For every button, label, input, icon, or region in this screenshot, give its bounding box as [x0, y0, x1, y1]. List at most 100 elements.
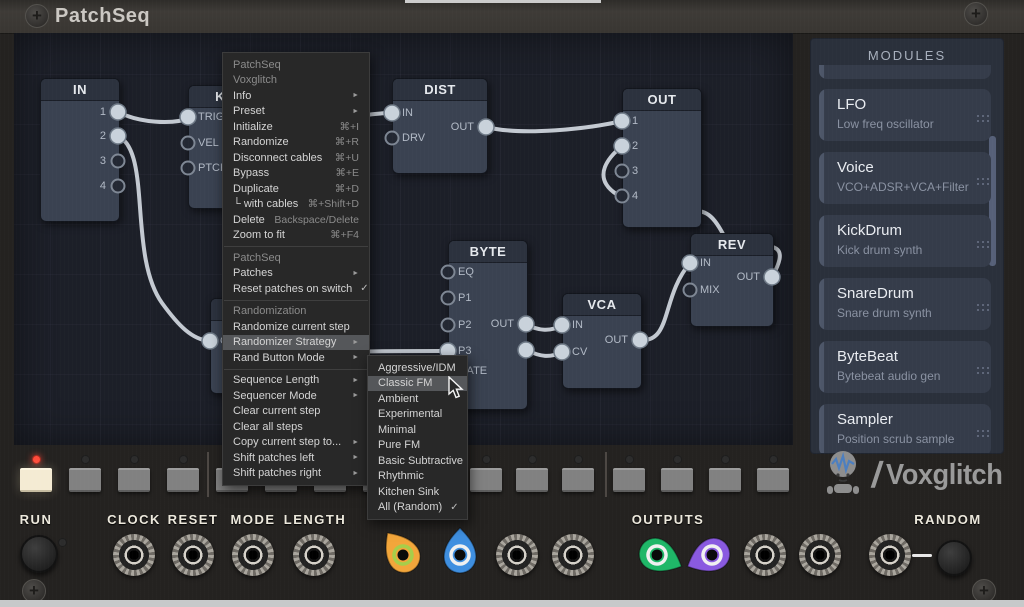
context-menu-item-sequence-length[interactable]: Sequence Length► — [223, 373, 369, 389]
run-button[interactable] — [20, 535, 58, 573]
port-3[interactable] — [112, 155, 125, 168]
context-menu-item-bypass[interactable]: Bypass⌘+E — [223, 166, 369, 182]
randomizer-submenu-item-pure-fm[interactable]: Pure FM — [368, 438, 467, 454]
randomizer-submenu-item-classic-fm[interactable]: Classic FM — [368, 376, 467, 392]
step-button-1[interactable] — [20, 468, 52, 492]
context-menu-item-duplicate[interactable]: Duplicate⌘+D — [223, 181, 369, 197]
step-button-15[interactable] — [709, 468, 741, 492]
port-GATE[interactable] — [202, 333, 218, 349]
port-P2[interactable] — [442, 319, 455, 332]
cv-jack[interactable] — [869, 534, 911, 576]
context-menu-item-randomizer-strategy[interactable]: Randomizer Strategy► — [223, 335, 369, 351]
context-menu-item-copy-current-step-to-[interactable]: Copy current step to...► — [223, 435, 369, 451]
module-card-kickdrum[interactable]: KickDrumKick drum synth — [819, 215, 991, 267]
module-card-bytebeat[interactable]: ByteBeatBytebeat audio gen — [819, 341, 991, 393]
step-button-13[interactable] — [613, 468, 645, 492]
randomizer-submenu-item-ambient[interactable]: Ambient — [368, 391, 467, 407]
context-menu-item-zoom-to-fit[interactable]: Zoom to fit⌘+F4 — [223, 228, 369, 244]
port-VEL[interactable] — [182, 137, 195, 150]
context-menu-item-shift-patches-left[interactable]: Shift patches left► — [223, 450, 369, 466]
port-IN[interactable] — [682, 255, 698, 271]
cv-jack[interactable] — [799, 534, 841, 576]
cv-jack[interactable] — [232, 534, 274, 576]
context-menu-item-randomize-current-step[interactable]: Randomize current step — [223, 319, 369, 335]
panel-screw: + — [964, 2, 988, 26]
port-OUT[interactable] — [764, 269, 780, 285]
port-P1[interactable] — [442, 292, 455, 305]
randomizer-submenu-item-experimental[interactable]: Experimental — [368, 407, 467, 423]
context-menu-item-sequencer-mode[interactable]: Sequencer Mode► — [223, 388, 369, 404]
port-DRV[interactable] — [386, 132, 399, 145]
port-EQ[interactable] — [442, 266, 455, 279]
menu-item-label: Ambient — [378, 393, 457, 405]
randomizer-submenu-item-rhythmic[interactable]: Rhythmic — [368, 469, 467, 485]
module-card-partial[interactable] — [819, 65, 991, 79]
cable-plug[interactable] — [444, 528, 476, 573]
cv-jack[interactable] — [293, 534, 335, 576]
menu-item-label: Sequencer Mode — [233, 390, 344, 402]
context-menu-item-disconnect-cables[interactable]: Disconnect cables⌘+U — [223, 150, 369, 166]
context-menu-item--with-cables[interactable]: └ with cables⌘+Shift+D — [223, 197, 369, 213]
port-OUT[interactable] — [632, 332, 648, 348]
module-card-desc: Low freq oscillator — [837, 117, 934, 131]
randomizer-submenu-item-basic-subtractive[interactable]: Basic Subtractive — [368, 453, 467, 469]
port-OUT[interactable] — [478, 119, 494, 135]
randomizer-submenu-item-aggressive-idm[interactable]: Aggressive/IDM — [368, 360, 467, 376]
randomizer-submenu-item-all-random-[interactable]: All (Random)✓ — [368, 500, 467, 516]
port-TRIG[interactable] — [180, 109, 196, 125]
port-MIX[interactable] — [684, 284, 697, 297]
context-menu-item-patches[interactable]: Patches► — [223, 266, 369, 282]
module-card-snaredrum[interactable]: SnareDrumSnare drum synth — [819, 278, 991, 330]
port-OUT[interactable] — [518, 316, 534, 332]
step-button-11[interactable] — [516, 468, 548, 492]
context-menu-item-clear-all-steps[interactable]: Clear all steps — [223, 419, 369, 435]
cable-plug[interactable] — [634, 533, 688, 581]
context-menu-item-preset[interactable]: Preset► — [223, 104, 369, 120]
port-2[interactable] — [614, 138, 630, 154]
port-4[interactable] — [112, 180, 125, 193]
step-button-14[interactable] — [661, 468, 693, 492]
port-jack[interactable] — [518, 342, 534, 358]
port-2[interactable] — [110, 128, 126, 144]
step-button-10[interactable] — [470, 468, 502, 492]
port-IN[interactable] — [554, 317, 570, 333]
menu-item-label: All (Random) — [378, 501, 442, 513]
cable-plug[interactable] — [681, 533, 735, 581]
port-PTCH[interactable] — [182, 162, 195, 175]
randomizer-submenu-item-kitchen-sink[interactable]: Kitchen Sink — [368, 484, 467, 500]
context-menu-item-delete[interactable]: DeleteBackspace/Delete — [223, 212, 369, 228]
context-menu-item-initialize[interactable]: Initialize⌘+I — [223, 119, 369, 135]
context-menu-item-randomize[interactable]: Randomize⌘+R — [223, 135, 369, 151]
port-CV[interactable] — [554, 344, 570, 360]
step-button-3[interactable] — [118, 468, 150, 492]
context-menu-item-reset-patches-on-switch[interactable]: Reset patches on switch✓ — [223, 281, 369, 297]
context-menu: PatchSeqVoxglitchInfo►Preset►Initialize⌘… — [222, 52, 370, 486]
menu-item-label: Patches — [233, 267, 344, 279]
cv-jack[interactable] — [552, 534, 594, 576]
module-card-desc: Kick drum synth — [837, 243, 922, 257]
context-menu-item-info[interactable]: Info► — [223, 88, 369, 104]
context-menu-item-clear-current-step[interactable]: Clear current step — [223, 404, 369, 420]
randomizer-submenu-item-minimal[interactable]: Minimal — [368, 422, 467, 438]
module-card-sampler[interactable]: SamplerPosition scrub sample — [819, 404, 991, 454]
cv-jack[interactable] — [496, 534, 538, 576]
context-menu-item-rand-button-mode[interactable]: Rand Button Mode► — [223, 350, 369, 366]
step-button-12[interactable] — [562, 468, 594, 492]
logo-name: Voxglitch — [886, 459, 1002, 492]
port-3[interactable] — [616, 165, 629, 178]
cable-plug[interactable] — [374, 524, 426, 579]
cv-jack[interactable] — [113, 534, 155, 576]
module-card-lfo[interactable]: LFOLow freq oscillator — [819, 89, 991, 141]
module-card-voice[interactable]: VoiceVCO+ADSR+VCA+Filter — [819, 152, 991, 204]
cv-jack[interactable] — [172, 534, 214, 576]
step-button-4[interactable] — [167, 468, 199, 492]
port-4[interactable] — [616, 190, 629, 203]
cv-jack[interactable] — [744, 534, 786, 576]
random-button[interactable] — [936, 540, 972, 576]
step-button-16[interactable] — [757, 468, 789, 492]
step-button-2[interactable] — [69, 468, 101, 492]
port-IN[interactable] — [384, 105, 400, 121]
port-1[interactable] — [110, 104, 126, 120]
context-menu-item-shift-patches-right[interactable]: Shift patches right► — [223, 466, 369, 482]
port-1[interactable] — [614, 113, 630, 129]
